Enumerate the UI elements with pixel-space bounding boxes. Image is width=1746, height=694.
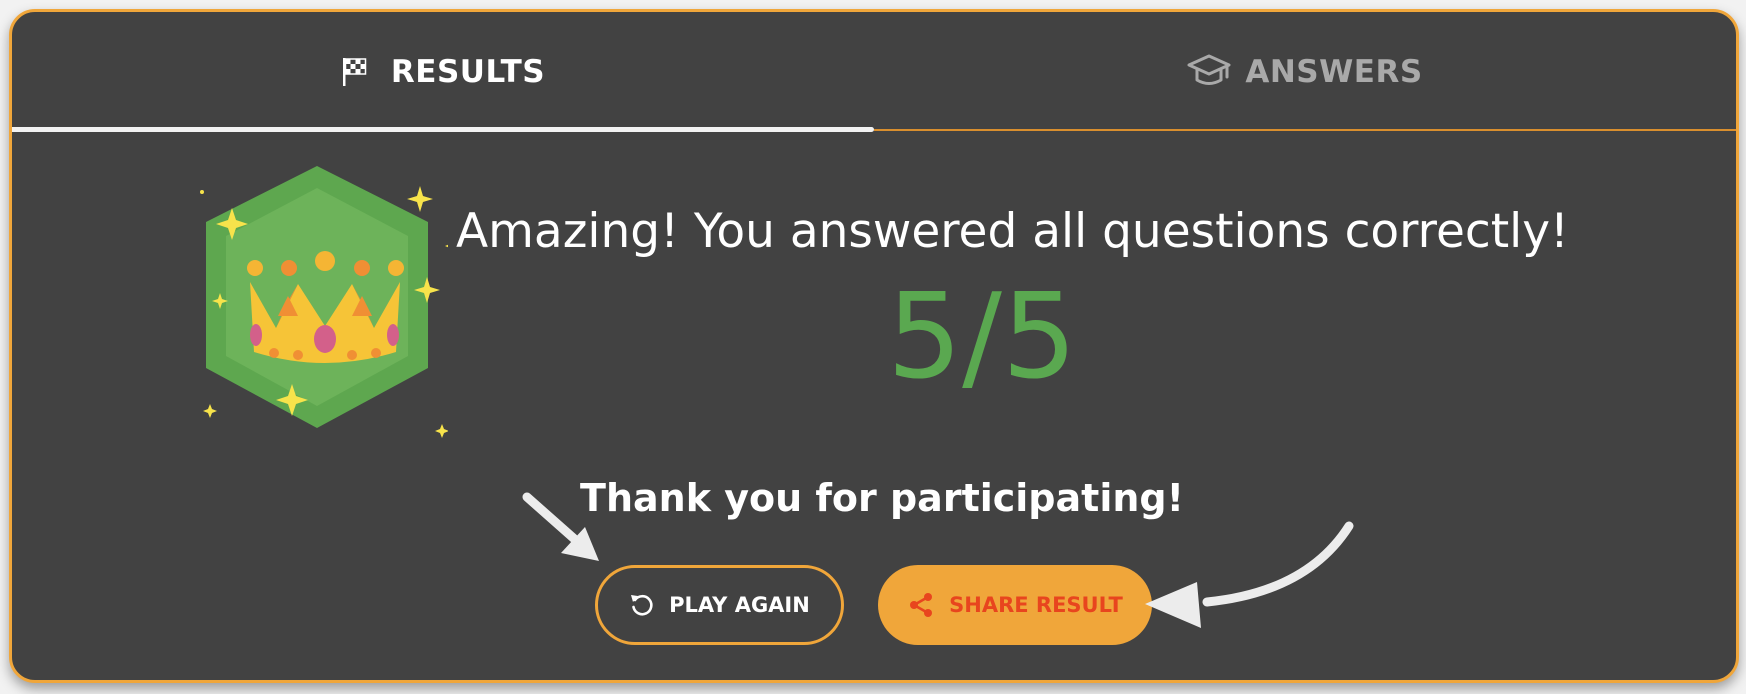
tab-divider [874,129,1736,131]
play-again-label: PLAY AGAIN [669,593,810,617]
tab-results[interactable]: RESULTS [12,12,874,132]
share-icon [907,591,935,619]
tab-bar: RESULTS ANSWERS [12,12,1736,132]
tab-results-label: RESULTS [390,54,546,90]
result-headline: Amazing! You answered all questions corr… [456,204,1569,259]
checkered-flag-icon [341,56,369,88]
share-result-label: SHARE RESULT [949,593,1123,617]
replay-icon [629,592,655,618]
arrow-pointer-icon [1145,521,1354,628]
play-again-button[interactable]: PLAY AGAIN [595,565,844,645]
graduation-cap-icon [1187,53,1231,91]
tab-answers-label: ANSWERS [1245,54,1423,90]
results-panel: RESULTS ANSWERS Amazing! You answered al… [9,9,1739,683]
active-tab-indicator [12,127,874,132]
share-result-button[interactable]: SHARE RESULT [878,565,1152,645]
tab-answers[interactable]: ANSWERS [874,12,1736,132]
thanks-message: Thank you for participating! [580,476,1184,520]
score-value: 5/5 [887,267,1077,405]
crown-badge-icon [188,156,459,456]
